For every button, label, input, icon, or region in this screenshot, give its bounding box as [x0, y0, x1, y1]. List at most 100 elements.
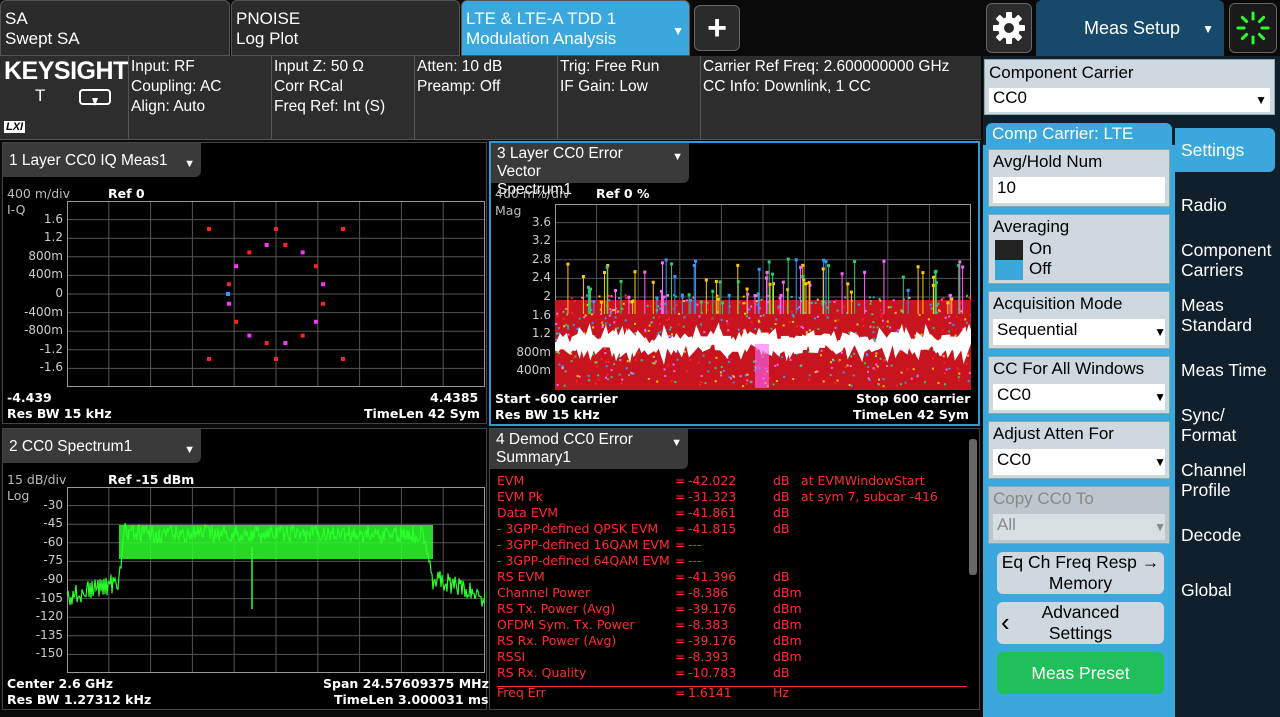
window-title[interactable]: 4 Demod CC0 Error Summary1 ▼	[490, 429, 688, 469]
toggle-off-label: Off	[1029, 259, 1052, 278]
y-tick-label: -75	[43, 553, 63, 568]
field-value: Sequential	[993, 319, 1165, 345]
y-tick-label: -400m	[24, 304, 63, 319]
chevron-down-icon: ▼	[184, 444, 195, 456]
menu-radio[interactable]: Radio	[1175, 183, 1275, 227]
table-row: Data EVM = -41.861 dB	[497, 505, 967, 521]
table-cell-name: OFDM Sym. Tx. Power	[497, 617, 635, 632]
y-tick-label: 800m	[28, 248, 63, 263]
table-cell-eq: =	[675, 585, 686, 600]
meas-preset-button[interactable]: Meas Preset	[997, 652, 1164, 694]
table-cell-extra: at sym 7, subcar -416	[801, 489, 938, 504]
menu-decode[interactable]: Decode	[1175, 513, 1275, 557]
menu-sync-format[interactable]: Sync/ Format	[1175, 403, 1275, 447]
menu-settings[interactable]: Settings	[1175, 128, 1275, 172]
table-cell-val: -8.393	[688, 649, 729, 664]
copy-cc0-to-field: Copy CC0 To All ▼	[988, 486, 1170, 544]
keysight-logo: KEYSIGHT	[4, 57, 128, 85]
table-cell-unit: Hz	[773, 685, 789, 700]
field-value: CC0	[993, 449, 1165, 475]
constellation-point	[274, 227, 278, 231]
table-cell-val: -39.176	[688, 633, 737, 648]
window-title[interactable]: 1 Layer CC0 IQ Meas1 ▼	[3, 143, 201, 177]
constellation-point	[341, 357, 345, 361]
constellation-point	[313, 264, 318, 269]
button-label: Settings	[1048, 623, 1113, 643]
menu-label: Meas Time	[1181, 360, 1267, 380]
chevron-down-icon: ▼	[672, 24, 684, 38]
info-text: Freq Ref: Int (S)	[274, 98, 386, 115]
tab-sa-line2: Swept SA	[5, 29, 80, 48]
averaging-toggle[interactable]: Averaging On Off	[988, 214, 1170, 284]
table-row: OFDM Sym. Tx. Power = -8.383 dBm	[497, 617, 967, 633]
table-cell-name: RS Rx. Quality	[497, 665, 587, 680]
field-value-text: CC0	[997, 450, 1032, 469]
add-tab-button[interactable]: +	[694, 5, 740, 51]
y-tick-label: 0	[55, 286, 63, 300]
advanced-settings-button[interactable]: ‹ Advanced Settings	[997, 602, 1164, 644]
table-cell-val: -41.815	[688, 521, 737, 536]
table-cell-name: EVM Pk	[497, 489, 543, 504]
toggle-switch[interactable]	[995, 240, 1023, 280]
component-carrier-field[interactable]: Component Carrier CC0 ▼	[984, 59, 1275, 115]
cc-for-all-windows-field[interactable]: CC For All Windows CC0 ▼	[988, 356, 1170, 414]
info-text: Corr RCal	[274, 78, 343, 95]
tab-pnoise[interactable]: PNOISE Log Plot	[231, 0, 460, 56]
meas-setup-button[interactable]: Meas Setup ▼	[1036, 0, 1224, 56]
center-label: Center 2.6 GHz	[7, 676, 114, 691]
table-cell-name: Freq Err	[497, 685, 546, 700]
table-cell-eq: =	[675, 473, 686, 488]
info-carrier[interactable]: Carrier Ref Freq: 2.600000000 GHz CC Inf…	[700, 56, 981, 140]
menu-label: Meas Standard	[1181, 295, 1253, 335]
menu-component-carriers[interactable]: Component Carriers	[1175, 238, 1275, 282]
avg-hold-input[interactable]: 10	[993, 177, 1165, 203]
constellation-point	[283, 341, 288, 346]
tab-lte[interactable]: LTE & LTE-A TDD 1 Modulation Analysis ▼	[461, 0, 690, 56]
field-label: Averaging	[993, 217, 1070, 236]
group-title-text: Comp Carrier: LTE	[992, 124, 1134, 143]
info-text: CC Info: Downlink, 1 CC	[703, 78, 871, 95]
scrollbar[interactable]	[969, 439, 977, 575]
menu-channel-profile[interactable]: Channel Profile	[1175, 458, 1275, 502]
menu-meas-time[interactable]: Meas Time	[1175, 348, 1275, 392]
table-cell-val: ---	[688, 537, 702, 552]
info-trig[interactable]: Trig: Free Run IF Gain: Low	[557, 56, 700, 140]
settings-button[interactable]	[986, 3, 1032, 53]
avg-hold-num-field[interactable]: Avg/Hold Num 10	[988, 149, 1170, 207]
x-min-label: -4.439	[7, 390, 52, 405]
dc-region	[755, 344, 769, 388]
info-input-z[interactable]: Input Z: 50 Ω Corr RCal Freq Ref: Int (S…	[271, 56, 414, 140]
window-iq-meas[interactable]: 1 Layer CC0 IQ Meas1 ▼ 400 m/div Ref 0 I…	[2, 142, 487, 424]
table-cell-eq: =	[675, 489, 686, 504]
table-cell-val: -10.783	[688, 665, 737, 680]
y-tick-label: -30	[43, 497, 63, 512]
window-title[interactable]: 3 Layer CC0 Error Vector Spectrum1 ▼	[491, 143, 689, 198]
menu-meas-standard[interactable]: Meas Standard	[1175, 293, 1275, 337]
constellation-point	[264, 341, 269, 346]
window-spectrum[interactable]: 2 CC0 Spectrum1 ▼ 15 dB/div Ref -15 dBm …	[2, 428, 489, 710]
x-max-label: 4.4385	[430, 390, 479, 405]
info-text: Coupling: AC	[131, 78, 222, 95]
table-cell-extra: at EVMWindowStart	[801, 473, 925, 488]
y-tick-label: 400m	[28, 267, 63, 282]
button-label: Memory	[1048, 573, 1113, 593]
eq-ch-freq-resp-memory-button[interactable]: Eq Ch Freq Resp → Memory	[997, 552, 1164, 594]
tab-sa[interactable]: SA Swept SA	[0, 0, 230, 56]
info-atten[interactable]: Atten: 10 dB Preamp: Off	[414, 56, 557, 140]
field-value-text: CC0	[997, 385, 1032, 404]
table-cell-val: -39.176	[688, 601, 737, 616]
info-input[interactable]: Input: RF Coupling: AC Align: Auto	[128, 56, 271, 140]
table-cell-val: -42.022	[688, 473, 737, 488]
table-row: EVM = -42.022 dB at EVMWindowStart	[497, 473, 967, 489]
constellation-point	[321, 282, 326, 287]
acquisition-mode-field[interactable]: Acquisition Mode Sequential ▼	[988, 291, 1170, 349]
window-error-vector-spectrum[interactable]: 3 Layer CC0 Error Vector Spectrum1 ▼ 400…	[489, 141, 980, 426]
constellation-point	[207, 357, 211, 361]
table-cell-unit: dBm	[773, 649, 802, 664]
window-title[interactable]: 2 CC0 Spectrum1 ▼	[3, 429, 201, 463]
constellation-point	[226, 301, 231, 306]
adjust-atten-for-field[interactable]: Adjust Atten For CC0 ▼	[988, 421, 1170, 479]
menu-global[interactable]: Global	[1175, 568, 1275, 612]
touch-icon[interactable]	[78, 88, 112, 110]
span-label: Span 24.57609375 MHz	[323, 676, 489, 691]
